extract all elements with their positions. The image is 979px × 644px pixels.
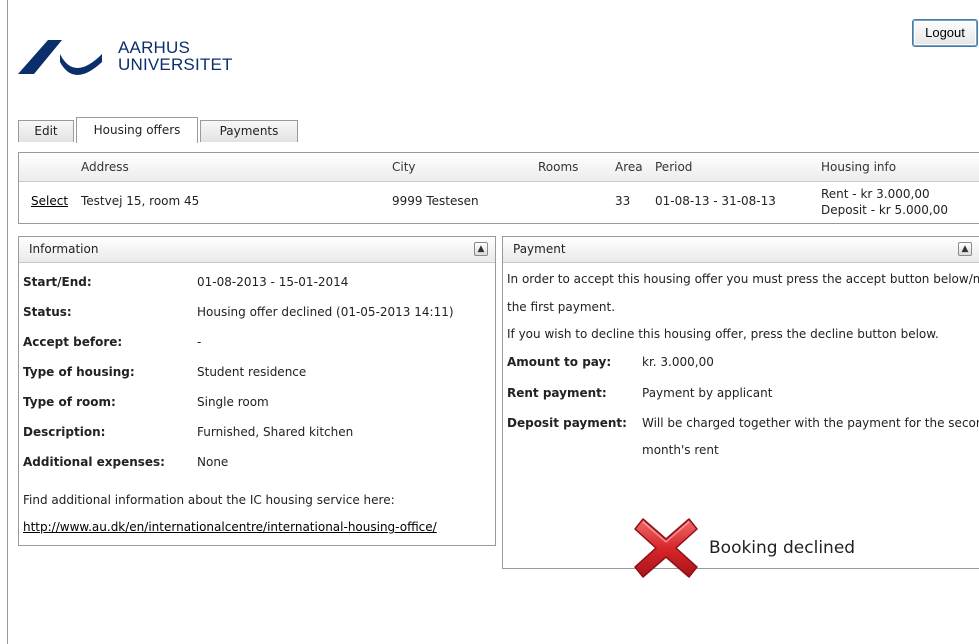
- column-header-address[interactable]: Address: [81, 160, 129, 174]
- field-label: Status:: [23, 305, 72, 319]
- payment-intro-line-2: the first payment.: [507, 300, 616, 314]
- find-info-text: Find additional information about the IC…: [23, 493, 395, 507]
- field-value: Single room: [197, 395, 269, 409]
- declined-x-icon: [634, 518, 698, 578]
- field-label: Start/End:: [23, 275, 92, 289]
- amount-row: Amount to pay: kr. 3.000,00: [503, 355, 973, 375]
- information-panel-header: Information ▲: [19, 237, 495, 263]
- column-header-city[interactable]: City: [392, 160, 416, 174]
- amount-value: kr. 3.000,00: [642, 355, 714, 369]
- housing-offers-table: Address City Rooms Area Period Housing i…: [18, 152, 979, 224]
- table-row: Select Testvej 15, room 45 9999 Testesen…: [19, 182, 979, 224]
- payment-intro-line-3: If you wish to decline this housing offe…: [507, 327, 939, 341]
- housing-office-link[interactable]: http://www.au.dk/en/internationalcentre/…: [23, 520, 437, 534]
- amount-label: Amount to pay:: [507, 355, 612, 369]
- information-title: Information: [29, 242, 99, 256]
- field-value: -: [197, 335, 202, 349]
- cell-housing-info: Rent - kr 3.000,00 Deposit - kr 5.000,00: [821, 187, 948, 217]
- cell-area: 33: [615, 194, 631, 208]
- payment-intro-line-1: In order to accept this housing offer yo…: [507, 272, 979, 286]
- booking-declined-text: Booking declined: [709, 538, 856, 558]
- tab-bar: Edit Housing offers Payments: [18, 116, 300, 143]
- deposit-row: Deposit payment: Will be charged togethe…: [503, 416, 979, 466]
- cell-city: 9999 Testesen: [392, 194, 479, 208]
- field-value: Furnished, Shared kitchen: [197, 425, 354, 439]
- cell-address: Testvej 15, room 45: [81, 194, 200, 208]
- field-value: 01-08-2013 - 15-01-2014: [197, 275, 349, 289]
- collapse-icon[interactable]: ▲: [474, 242, 488, 256]
- field-value: Student residence: [197, 365, 307, 379]
- deposit-value-line-2: month's rent: [642, 443, 719, 457]
- payment-title: Payment: [513, 242, 566, 256]
- field-label: Accept before:: [23, 335, 123, 349]
- payment-panel: Payment ▲ In order to accept this housin…: [502, 236, 979, 578]
- field-label: Type of housing:: [23, 365, 135, 379]
- field-value: None: [197, 455, 229, 469]
- deposit-label: Deposit payment:: [507, 416, 627, 430]
- field-label: Description:: [23, 425, 106, 439]
- tab-edit[interactable]: Edit: [18, 120, 74, 142]
- column-header-housing-info[interactable]: Housing info: [821, 160, 896, 174]
- tab-payments[interactable]: Payments: [200, 120, 298, 142]
- column-header-period[interactable]: Period: [655, 160, 692, 174]
- rent-row: Rent payment: Payment by applicant: [503, 386, 973, 406]
- collapse-icon[interactable]: ▲: [958, 242, 972, 256]
- tab-housing-offers[interactable]: Housing offers: [76, 117, 198, 143]
- field-label: Type of room:: [23, 395, 116, 409]
- deposit-value-line-1: Will be charged together with the paymen…: [642, 416, 979, 430]
- logo-line-2: UNIVERSITET: [118, 55, 233, 74]
- booking-declined-status: Booking declined: [631, 513, 855, 583]
- cell-period: 01-08-13 - 31-08-13: [655, 194, 776, 208]
- field-label: Additional expenses:: [23, 455, 165, 469]
- table-header: Address City Rooms Area Period Housing i…: [19, 153, 979, 182]
- logout-button[interactable]: Logout: [913, 20, 977, 46]
- payment-panel-header: Payment ▲: [503, 237, 979, 263]
- rent-label: Rent payment:: [507, 386, 607, 400]
- information-panel: Information ▲ Start/End: 01-08-2013 - 15…: [18, 236, 496, 546]
- field-value: Housing offer declined (01-05-2013 14:11…: [197, 305, 454, 319]
- au-logo-icon: [18, 40, 102, 75]
- column-header-area[interactable]: Area: [615, 160, 643, 174]
- rent-value: Payment by applicant: [642, 386, 773, 400]
- left-border: [7, 0, 8, 644]
- column-header-rooms[interactable]: Rooms: [538, 160, 578, 174]
- aarhus-university-logo: AARHUS UNIVERSITET: [16, 36, 233, 76]
- logo-line-1: AARHUS: [118, 38, 191, 57]
- select-link[interactable]: Select: [31, 194, 68, 208]
